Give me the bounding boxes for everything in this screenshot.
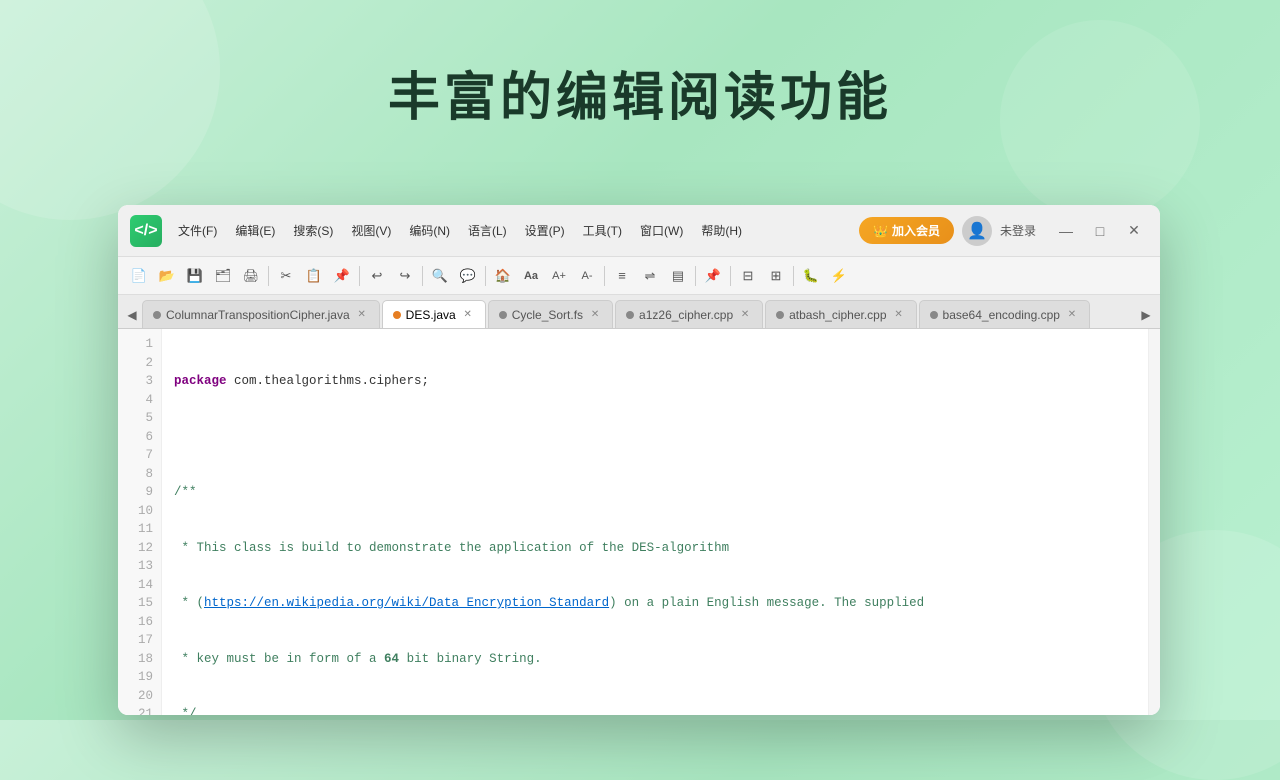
tb-split-vert[interactable]: ⊞ [763, 263, 789, 289]
code-line-4: * This class is build to demonstrate the… [174, 539, 1136, 558]
scrollbar[interactable] [1148, 329, 1160, 715]
toolbar-separator-2 [359, 266, 360, 286]
tb-save[interactable]: 💾 [182, 263, 208, 289]
code-line-5: * (https://en.wikipedia.org/wiki/Data_En… [174, 594, 1136, 613]
avatar: 👤 [962, 216, 992, 246]
tb-print[interactable]: 🖨 [238, 263, 264, 289]
tb-zoom-out[interactable]: A- [574, 263, 600, 289]
tb-paste[interactable]: 📌 [329, 263, 355, 289]
tab-dot-des [393, 311, 401, 319]
tab-close-cyclesort[interactable]: ✕ [588, 308, 602, 322]
menu-encoding[interactable]: 编码(N) [401, 218, 458, 243]
bg-decoration-tl [0, 0, 220, 220]
toolbar-separator-6 [695, 266, 696, 286]
tab-a1z26[interactable]: a1z26_cipher.cpp ✕ [615, 300, 763, 328]
code-area: 1 2 3 4 5 6 7 8 9 10 11 12 13 14 15 16 1… [118, 329, 1160, 715]
app-logo: </> [130, 215, 162, 247]
menu-bar: 文件(F) 编辑(E) 搜索(S) 视图(V) 编码(N) 语言(L) 设置(P… [170, 218, 859, 243]
toolbar: 📄 📂 💾 🗂 🖨 ✂ 📋 📌 ↩ ↪ 🔍 💬 🏠 Aa A+ A- ≡ ⇌ ▤… [118, 257, 1160, 295]
user-status: 未登录 [1000, 222, 1036, 239]
tab-dot-cyclesort [499, 311, 507, 319]
editor-window: </> 文件(F) 编辑(E) 搜索(S) 视图(V) 编码(N) 语言(L) … [118, 205, 1160, 715]
tab-columnar[interactable]: ColumnarTranspositionCipher.java ✕ [142, 300, 380, 328]
tb-undo[interactable]: ↩ [364, 263, 390, 289]
tb-line-number[interactable]: ≡ [609, 263, 635, 289]
tab-nav-right[interactable]: ▶ [1136, 302, 1156, 328]
tb-font-size[interactable]: Aa [518, 263, 544, 289]
crown-icon: 👑 [873, 224, 888, 238]
bg-decoration-tr [1000, 20, 1200, 220]
menu-search[interactable]: 搜索(S) [285, 218, 341, 243]
tb-copy[interactable]: 📋 [301, 263, 327, 289]
toolbar-separator-1 [268, 266, 269, 286]
toolbar-separator-7 [730, 266, 731, 286]
menu-edit[interactable]: 编辑(E) [227, 218, 283, 243]
tb-redo[interactable]: ↪ [392, 263, 418, 289]
menu-tools[interactable]: 工具(T) [575, 218, 630, 243]
tb-find[interactable]: 🔍 [427, 263, 453, 289]
toolbar-separator-4 [485, 266, 486, 286]
menu-help[interactable]: 帮助(H) [693, 218, 750, 243]
tab-nav-left[interactable]: ◀ [122, 302, 142, 328]
vip-button[interactable]: 👑 加入会员 [859, 217, 954, 244]
close-button[interactable]: ✕ [1120, 217, 1148, 245]
tb-debug[interactable]: 🐛 [798, 263, 824, 289]
window-controls: — □ ✕ [1052, 217, 1148, 245]
tab-base64[interactable]: base64_encoding.cpp ✕ [919, 300, 1090, 328]
tb-save-all[interactable]: 🗂 [210, 263, 236, 289]
tab-dot-atbash [776, 311, 784, 319]
tab-close-des[interactable]: ✕ [461, 308, 475, 322]
tab-close-a1z26[interactable]: ✕ [738, 308, 752, 322]
title-bar: </> 文件(F) 编辑(E) 搜索(S) 视图(V) 编码(N) 语言(L) … [118, 205, 1160, 257]
tab-bar: ◀ ColumnarTranspositionCipher.java ✕ DES… [118, 295, 1160, 329]
code-line-7: */ [174, 705, 1136, 715]
tb-split[interactable]: ⊟ [735, 263, 761, 289]
tab-atbash[interactable]: atbash_cipher.cpp ✕ [765, 300, 916, 328]
menu-settings[interactable]: 设置(P) [517, 218, 573, 243]
tb-cut[interactable]: ✂ [273, 263, 299, 289]
tb-word-wrap[interactable]: ⇌ [637, 263, 663, 289]
code-line-1: package com.thealgorithms.ciphers; [174, 372, 1136, 391]
title-bar-right: 👑 加入会员 👤 未登录 — □ ✕ [859, 216, 1148, 246]
tab-close-columnar[interactable]: ✕ [355, 308, 369, 322]
toolbar-separator-3 [422, 266, 423, 286]
code-line-2 [174, 428, 1136, 447]
tab-cyclesort[interactable]: Cycle_Sort.fs ✕ [488, 300, 613, 328]
tab-dot-a1z26 [626, 311, 634, 319]
tb-run[interactable]: ⚡ [826, 263, 852, 289]
tb-zoom-in[interactable]: A+ [546, 263, 572, 289]
tab-dot-columnar [153, 311, 161, 319]
menu-language[interactable]: 语言(L) [460, 218, 515, 243]
maximize-button[interactable]: □ [1086, 217, 1114, 245]
toolbar-separator-8 [793, 266, 794, 286]
tb-find-in-files[interactable]: 💬 [455, 263, 481, 289]
minimize-button[interactable]: — [1052, 217, 1080, 245]
tb-zoom-in-large[interactable]: 🏠 [490, 263, 516, 289]
tb-new-file[interactable]: 📄 [126, 263, 152, 289]
tb-open[interactable]: 📂 [154, 263, 180, 289]
menu-window[interactable]: 窗口(W) [632, 218, 691, 243]
tb-bookmark[interactable]: 📌 [700, 263, 726, 289]
tab-dot-base64 [930, 311, 938, 319]
toolbar-separator-5 [604, 266, 605, 286]
menu-file[interactable]: 文件(F) [170, 218, 225, 243]
line-numbers: 1 2 3 4 5 6 7 8 9 10 11 12 13 14 15 16 1… [118, 329, 162, 715]
code-line-6: * key must be in form of a 64 bit binary… [174, 650, 1136, 669]
code-line-3: /** [174, 483, 1136, 502]
tab-close-base64[interactable]: ✕ [1065, 308, 1079, 322]
tab-close-atbash[interactable]: ✕ [892, 308, 906, 322]
tb-align[interactable]: ▤ [665, 263, 691, 289]
code-content[interactable]: package com.thealgorithms.ciphers; /** *… [162, 329, 1148, 715]
tab-des[interactable]: DES.java ✕ [382, 300, 486, 328]
menu-view[interactable]: 视图(V) [343, 218, 399, 243]
